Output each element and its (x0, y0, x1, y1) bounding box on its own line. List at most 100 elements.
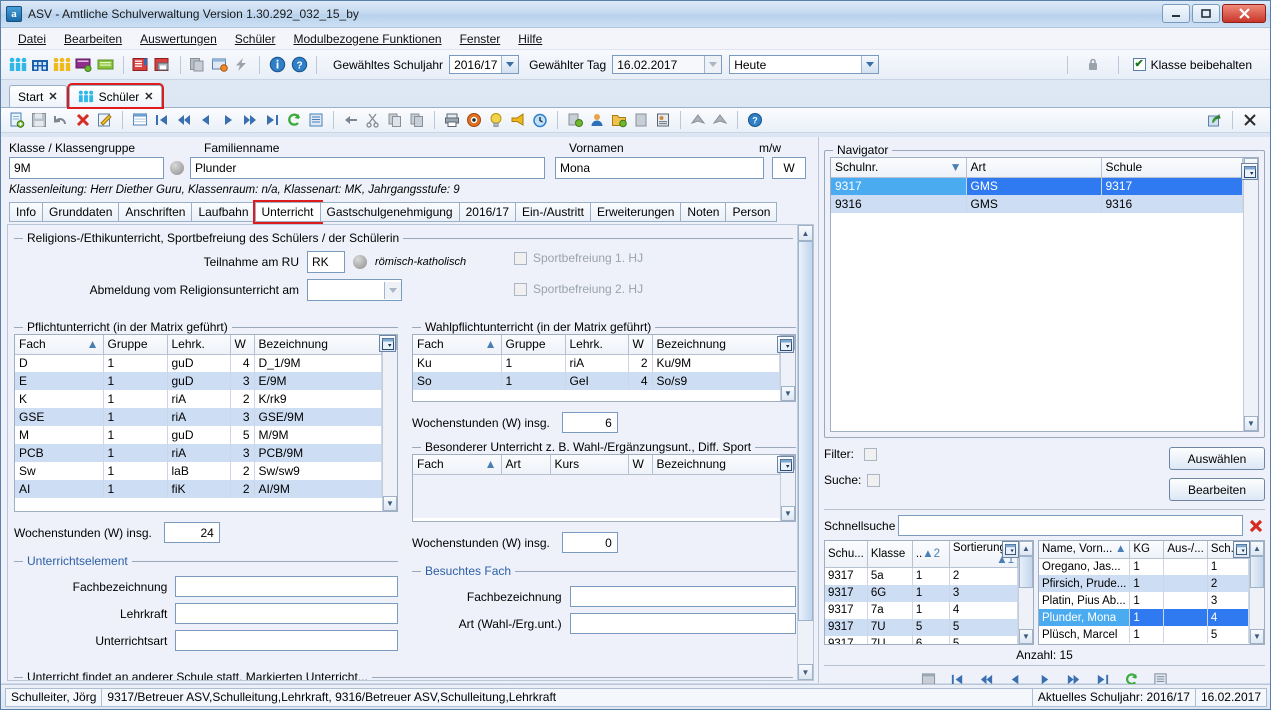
tab-schueler-close-icon[interactable]: ✕ (144, 90, 153, 103)
col-klasse[interactable]: Klasse (867, 541, 913, 568)
col-schule[interactable]: Schule (1101, 158, 1243, 178)
content-vscrollbar[interactable]: ▲ ▼ (797, 225, 813, 680)
tag-chevron-down-icon[interactable] (704, 56, 722, 73)
student-right-row[interactable]: Plüsch, Marcel 1 5 (1039, 626, 1249, 643)
ue-fachbezeichnung-input[interactable] (175, 576, 398, 597)
students-group-icon[interactable] (8, 56, 28, 74)
tab-schueler[interactable]: Schüler ✕ (66, 83, 165, 109)
clear-search-icon[interactable] (1246, 516, 1265, 535)
menu-datei[interactable]: Datei (9, 30, 55, 48)
col-art[interactable]: Art (501, 455, 551, 475)
report-book-icon[interactable] (131, 56, 151, 74)
tab-laufbahn[interactable]: Laufbahn (191, 202, 256, 222)
tag-field[interactable]: 16.02.2017 (612, 55, 723, 74)
lock-gray-icon[interactable] (1083, 56, 1103, 74)
student-left-row[interactable]: 9317 6G 1 3 (825, 584, 1018, 602)
table-row[interactable]: GSE 1 riA 3 GSE/9M (15, 408, 382, 426)
minimize-button[interactable] (1162, 4, 1190, 23)
scroll-down-icon[interactable]: ▼ (1019, 629, 1033, 644)
id-card-icon[interactable] (653, 111, 673, 129)
bf-art-input[interactable] (569, 613, 796, 634)
scroll-track[interactable] (383, 350, 397, 496)
col-lehrk[interactable]: Lehrk. (167, 335, 231, 355)
announce-icon[interactable] (508, 111, 528, 129)
schuljahr-select[interactable]: 2016/17 (449, 55, 520, 74)
student-left-row[interactable]: 9317 7a 1 4 (825, 601, 1018, 619)
student-right-column-chooser-icon[interactable] (1233, 541, 1250, 558)
close-view-icon[interactable] (1240, 111, 1260, 129)
up-arrow-gray-2-icon[interactable] (710, 111, 730, 129)
tab-noten[interactable]: Noten (680, 202, 727, 222)
delete-icon[interactable] (73, 111, 93, 129)
scroll-track[interactable] (1019, 556, 1033, 629)
copy-gray-icon[interactable] (188, 56, 208, 74)
teachers-icon[interactable] (52, 56, 72, 74)
table-row[interactable]: AI 1 fiK 2 AI/9M (15, 480, 382, 498)
close-button[interactable] (1222, 4, 1266, 23)
next-record-icon[interactable] (218, 111, 238, 129)
clock-icon[interactable] (530, 111, 550, 129)
folder-export-icon[interactable] (609, 111, 629, 129)
student-left-column-chooser-icon[interactable] (1002, 541, 1019, 558)
pflicht-vscroll[interactable]: ▲ ▼ (382, 335, 397, 511)
scroll-track[interactable] (781, 470, 795, 506)
scroll-track[interactable] (1250, 556, 1264, 629)
col-w[interactable]: W (230, 335, 255, 355)
col-fach[interactable]: Fach ▲ (413, 455, 502, 475)
document-green-icon[interactable] (96, 56, 116, 74)
tab-grunddaten[interactable]: Grunddaten (42, 202, 120, 222)
content-scroll-thumb[interactable] (798, 241, 813, 621)
print-report-icon[interactable] (153, 56, 173, 74)
ue-lehrkraft-input[interactable] (175, 603, 398, 624)
prev-page-icon[interactable] (174, 111, 194, 129)
klasse-beibehalten-row[interactable]: ✔ Klasse beibehalten (1132, 58, 1252, 72)
copy-icon[interactable] (385, 111, 405, 129)
table-row[interactable]: PCB 1 riA 3 PCB/9M (15, 444, 382, 462)
menu-bearbeiten[interactable]: Bearbeiten (55, 30, 131, 48)
pflicht-column-chooser-icon[interactable] (379, 335, 396, 352)
first-record-icon[interactable] (152, 111, 172, 129)
last-record-icon[interactable] (262, 111, 282, 129)
col-aus[interactable]: Aus-/... (1163, 541, 1208, 559)
sportbefreiung-1hj-checkbox[interactable] (514, 251, 527, 265)
bf-fachbezeichnung-input[interactable] (569, 586, 796, 607)
col-w[interactable]: W (628, 455, 653, 475)
tab-start[interactable]: Start ✕ (9, 85, 67, 107)
menu-schueler[interactable]: Schüler (226, 30, 285, 48)
refresh-icon[interactable] (284, 111, 304, 129)
school-building-icon[interactable] (30, 56, 50, 74)
menu-auswertungen[interactable]: Auswertungen (131, 30, 226, 48)
col-bezeichnung[interactable]: Bezeichnung (652, 455, 780, 475)
scroll-thumb[interactable] (1250, 556, 1264, 588)
cut-icon[interactable] (363, 111, 383, 129)
table-row[interactable]: So 1 GeI 4 So/s9 (413, 372, 780, 390)
sportbefreiung-2hj-checkbox[interactable] (514, 282, 527, 296)
filter-checkbox[interactable] (864, 447, 877, 461)
preview-eye-icon[interactable] (464, 111, 484, 129)
col-gruppe[interactable]: Gruppe (501, 335, 566, 355)
tip-bulb-icon[interactable] (486, 111, 506, 129)
klasse-input[interactable]: 9M (9, 157, 164, 179)
tab-unterricht[interactable]: Unterricht (252, 200, 323, 224)
scroll-down-icon[interactable]: ▼ (781, 506, 795, 521)
student-right-row[interactable]: Platin, Pius Ab... 1 3 (1039, 592, 1249, 609)
list-view-icon[interactable] (306, 111, 326, 129)
religion-info-icon[interactable] (353, 255, 367, 269)
col-art[interactable]: Art (966, 158, 1102, 178)
scroll-down-icon[interactable]: ▼ (383, 496, 397, 511)
familienname-input[interactable]: Plunder (190, 157, 545, 179)
col-bezeichnung[interactable]: Bezeichnung (254, 335, 382, 355)
tab-info[interactable]: Info (9, 202, 44, 222)
menu-fenster[interactable]: Fenster (451, 30, 510, 48)
col-schulnr[interactable]: Schulnr. ▼ (831, 158, 967, 178)
vornamen-input[interactable]: Mona (555, 157, 764, 179)
sportbefreiung-1hj-row[interactable]: Sportbefreiung 1. HJ (514, 251, 643, 265)
tab-ein-austritt[interactable]: Ein-/Austritt (515, 202, 592, 222)
scroll-thumb[interactable] (1019, 556, 1033, 588)
content-scroll-track[interactable] (798, 241, 813, 664)
scroll-down-icon[interactable]: ▼ (781, 386, 795, 401)
auswaehlen-button[interactable]: Auswählen (1169, 447, 1265, 470)
heute-chevron-down-icon[interactable] (861, 56, 879, 73)
table-row[interactable]: K 1 riA 2 K/rk9 (15, 390, 382, 408)
col-bezeichnung[interactable]: Bezeichnung (652, 335, 780, 355)
